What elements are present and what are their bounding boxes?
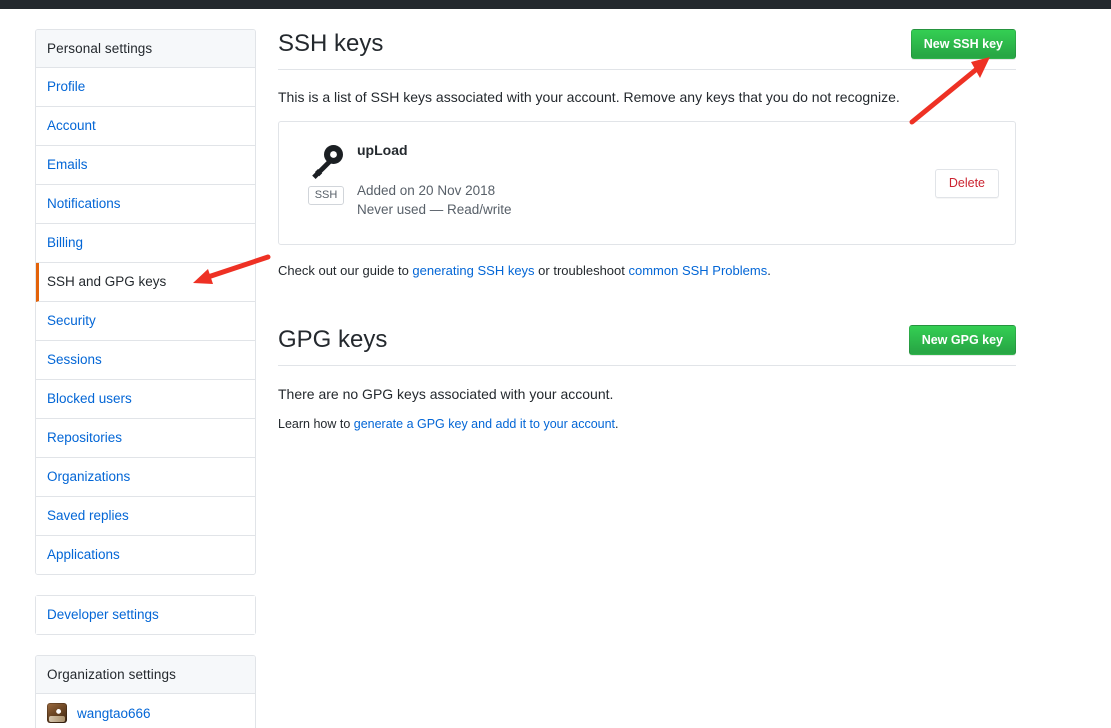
settings-sidebar: Personal settings Profile Account Emails… — [35, 29, 256, 728]
sidebar-item-organization-wangtao666[interactable]: wangtao666 — [36, 694, 255, 728]
sidebar-item-ssh-and-gpg-keys[interactable]: SSH and GPG keys — [36, 263, 255, 302]
ssh-key-type-badge: SSH — [307, 186, 345, 205]
avatar — [47, 703, 67, 723]
personal-settings-nav: Personal settings Profile Account Emails… — [35, 29, 256, 575]
ssh-key-row: SSH upLoad Added on 20 Nov 2018 Never us… — [278, 121, 1016, 245]
ssh-key-details: upLoad Added on 20 Nov 2018 Never used —… — [357, 138, 935, 219]
gpg-learn-suffix: . — [615, 417, 619, 431]
sidebar-item-billing[interactable]: Billing — [36, 224, 255, 263]
ssh-keys-title: SSH keys — [278, 30, 384, 57]
sidebar-item-applications[interactable]: Applications — [36, 536, 255, 574]
organization-name: wangtao666 — [77, 705, 151, 721]
delete-ssh-key-button[interactable]: Delete — [934, 168, 999, 198]
personal-settings-header: Personal settings — [36, 30, 255, 68]
ssh-keys-section-header: SSH keys New SSH key — [278, 28, 1016, 70]
gpg-keys-section-header: GPG keys New GPG key — [278, 324, 1016, 366]
ssh-help-prefix: Check out our guide to — [278, 263, 413, 278]
sidebar-item-security[interactable]: Security — [36, 302, 255, 341]
ssh-help-note: Check out our guide to generating SSH ke… — [278, 262, 1016, 280]
ssh-key-icon-group: SSH — [295, 138, 357, 205]
sidebar-item-notifications[interactable]: Notifications — [36, 185, 255, 224]
gpg-learn-prefix: Learn how to — [278, 417, 354, 431]
new-gpg-key-button[interactable]: New GPG key — [908, 325, 1016, 355]
settings-main-content: SSH keys New SSH key This is a list of S… — [278, 28, 1016, 433]
organization-settings-nav: Organization settings wangtao666 — [35, 655, 256, 728]
ssh-key-usage: Never used — Read/write — [357, 202, 512, 217]
sidebar-item-emails[interactable]: Emails — [36, 146, 255, 185]
developer-settings-nav: Developer settings — [35, 595, 256, 635]
gpg-keys-title: GPG keys — [278, 326, 388, 353]
ssh-key-title: upLoad — [357, 142, 408, 158]
sidebar-item-sessions[interactable]: Sessions — [36, 341, 255, 380]
global-header-bar — [0, 0, 1111, 9]
sidebar-item-account[interactable]: Account — [36, 107, 255, 146]
sidebar-item-profile[interactable]: Profile — [36, 68, 255, 107]
gpg-keys-section: GPG keys New GPG key There are no GPG ke… — [278, 324, 1016, 433]
ssh-key-meta: Added on 20 Nov 2018 Never used — Read/w… — [357, 181, 935, 219]
gpg-learn-note: Learn how to generate a GPG key and add … — [278, 415, 1016, 433]
new-ssh-key-button[interactable]: New SSH key — [910, 29, 1016, 59]
organization-settings-header: Organization settings — [36, 656, 255, 694]
settings-page: Personal settings Profile Account Emails… — [0, 0, 1111, 728]
sidebar-item-developer-settings[interactable]: Developer settings — [36, 596, 255, 634]
common-ssh-problems-link[interactable]: common SSH Problems — [629, 263, 768, 278]
key-icon — [312, 145, 343, 179]
generating-ssh-keys-link[interactable]: generating SSH keys — [412, 263, 534, 278]
sidebar-item-blocked-users[interactable]: Blocked users — [36, 380, 255, 419]
gpg-keys-empty-message: There are no GPG keys associated with yo… — [278, 386, 614, 402]
ssh-key-added-date: Added on 20 Nov 2018 — [357, 183, 496, 198]
ssh-help-middle: or troubleshoot — [534, 263, 629, 278]
sidebar-item-saved-replies[interactable]: Saved replies — [36, 497, 255, 536]
sidebar-item-repositories[interactable]: Repositories — [36, 419, 255, 458]
generate-gpg-key-link[interactable]: generate a GPG key and add it to your ac… — [354, 417, 615, 431]
ssh-keys-description: This is a list of SSH keys associated wi… — [278, 89, 900, 105]
ssh-help-suffix: . — [767, 263, 771, 278]
sidebar-item-organizations[interactable]: Organizations — [36, 458, 255, 497]
